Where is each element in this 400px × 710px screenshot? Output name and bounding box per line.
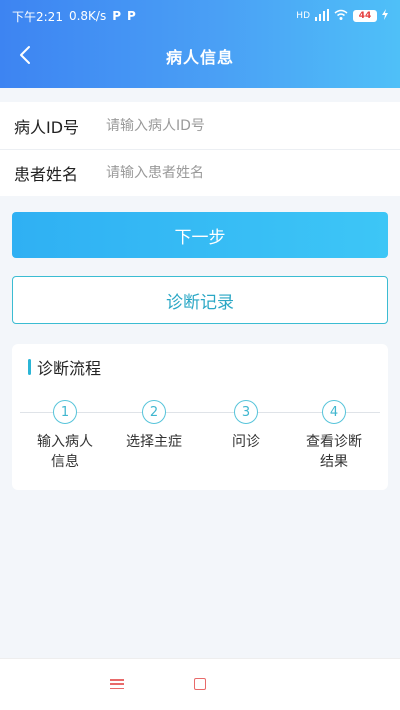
flow-step: 2 选择主症: [114, 400, 194, 452]
patient-id-row: 病人ID号: [0, 102, 400, 149]
system-nav-bar: [0, 658, 400, 710]
step-label: 输入病人信息: [37, 434, 93, 470]
step-number: 4: [322, 400, 346, 424]
menu-icon[interactable]: [110, 677, 124, 691]
home-icon[interactable]: [194, 678, 206, 690]
diagnosis-flow-card: 诊断流程 1 输入病人信息 2 选择主症 3 问诊 4 查看诊断结果: [12, 344, 388, 490]
status-bar: 下午2:21 0.8K/s P P HD 44: [0, 0, 400, 32]
status-time: 下午2:21: [12, 9, 63, 24]
step-number: 2: [142, 400, 166, 424]
diagnosis-records-button[interactable]: 诊断记录: [12, 276, 388, 324]
patient-name-row: 患者姓名: [0, 149, 400, 196]
hd-signal-icon: HD: [296, 11, 310, 21]
patient-id-input[interactable]: [106, 117, 366, 134]
chevron-left-icon: [20, 46, 30, 64]
patient-id-label: 病人ID号: [14, 117, 80, 137]
back-button[interactable]: [12, 40, 38, 70]
patient-name-input[interactable]: [106, 165, 366, 181]
patient-form: 病人ID号 患者姓名: [0, 102, 400, 196]
p-app-icon: P: [127, 9, 136, 23]
wifi-icon: [334, 9, 348, 24]
patient-name-label: 患者姓名: [14, 165, 79, 184]
step-number: 1: [53, 400, 77, 424]
charging-icon: [382, 9, 388, 23]
step-number: 3: [234, 400, 258, 424]
step-label: 问诊: [232, 434, 260, 450]
next-step-button[interactable]: 下一步: [12, 212, 388, 258]
step-label: 查看诊断结果: [306, 434, 362, 470]
flow-title: 诊断流程: [28, 356, 101, 378]
p-app-icon: P: [112, 9, 121, 23]
page-title: 病人信息: [165, 48, 234, 67]
header: 下午2:21 0.8K/s P P HD 44 病人信息: [0, 0, 400, 88]
cell-signal-icon: [315, 8, 329, 24]
step-label: 选择主症: [126, 434, 182, 450]
battery-icon: 44: [353, 10, 377, 22]
flow-step: 1 输入病人信息: [25, 400, 105, 472]
flow-step: 4 查看诊断结果: [294, 400, 374, 472]
flow-step: 3 问诊: [206, 400, 286, 452]
network-speed: 0.8K/s: [68, 9, 107, 23]
nav-bar: 病人信息: [0, 36, 400, 76]
flow-title-text: 诊断流程: [37, 359, 102, 378]
